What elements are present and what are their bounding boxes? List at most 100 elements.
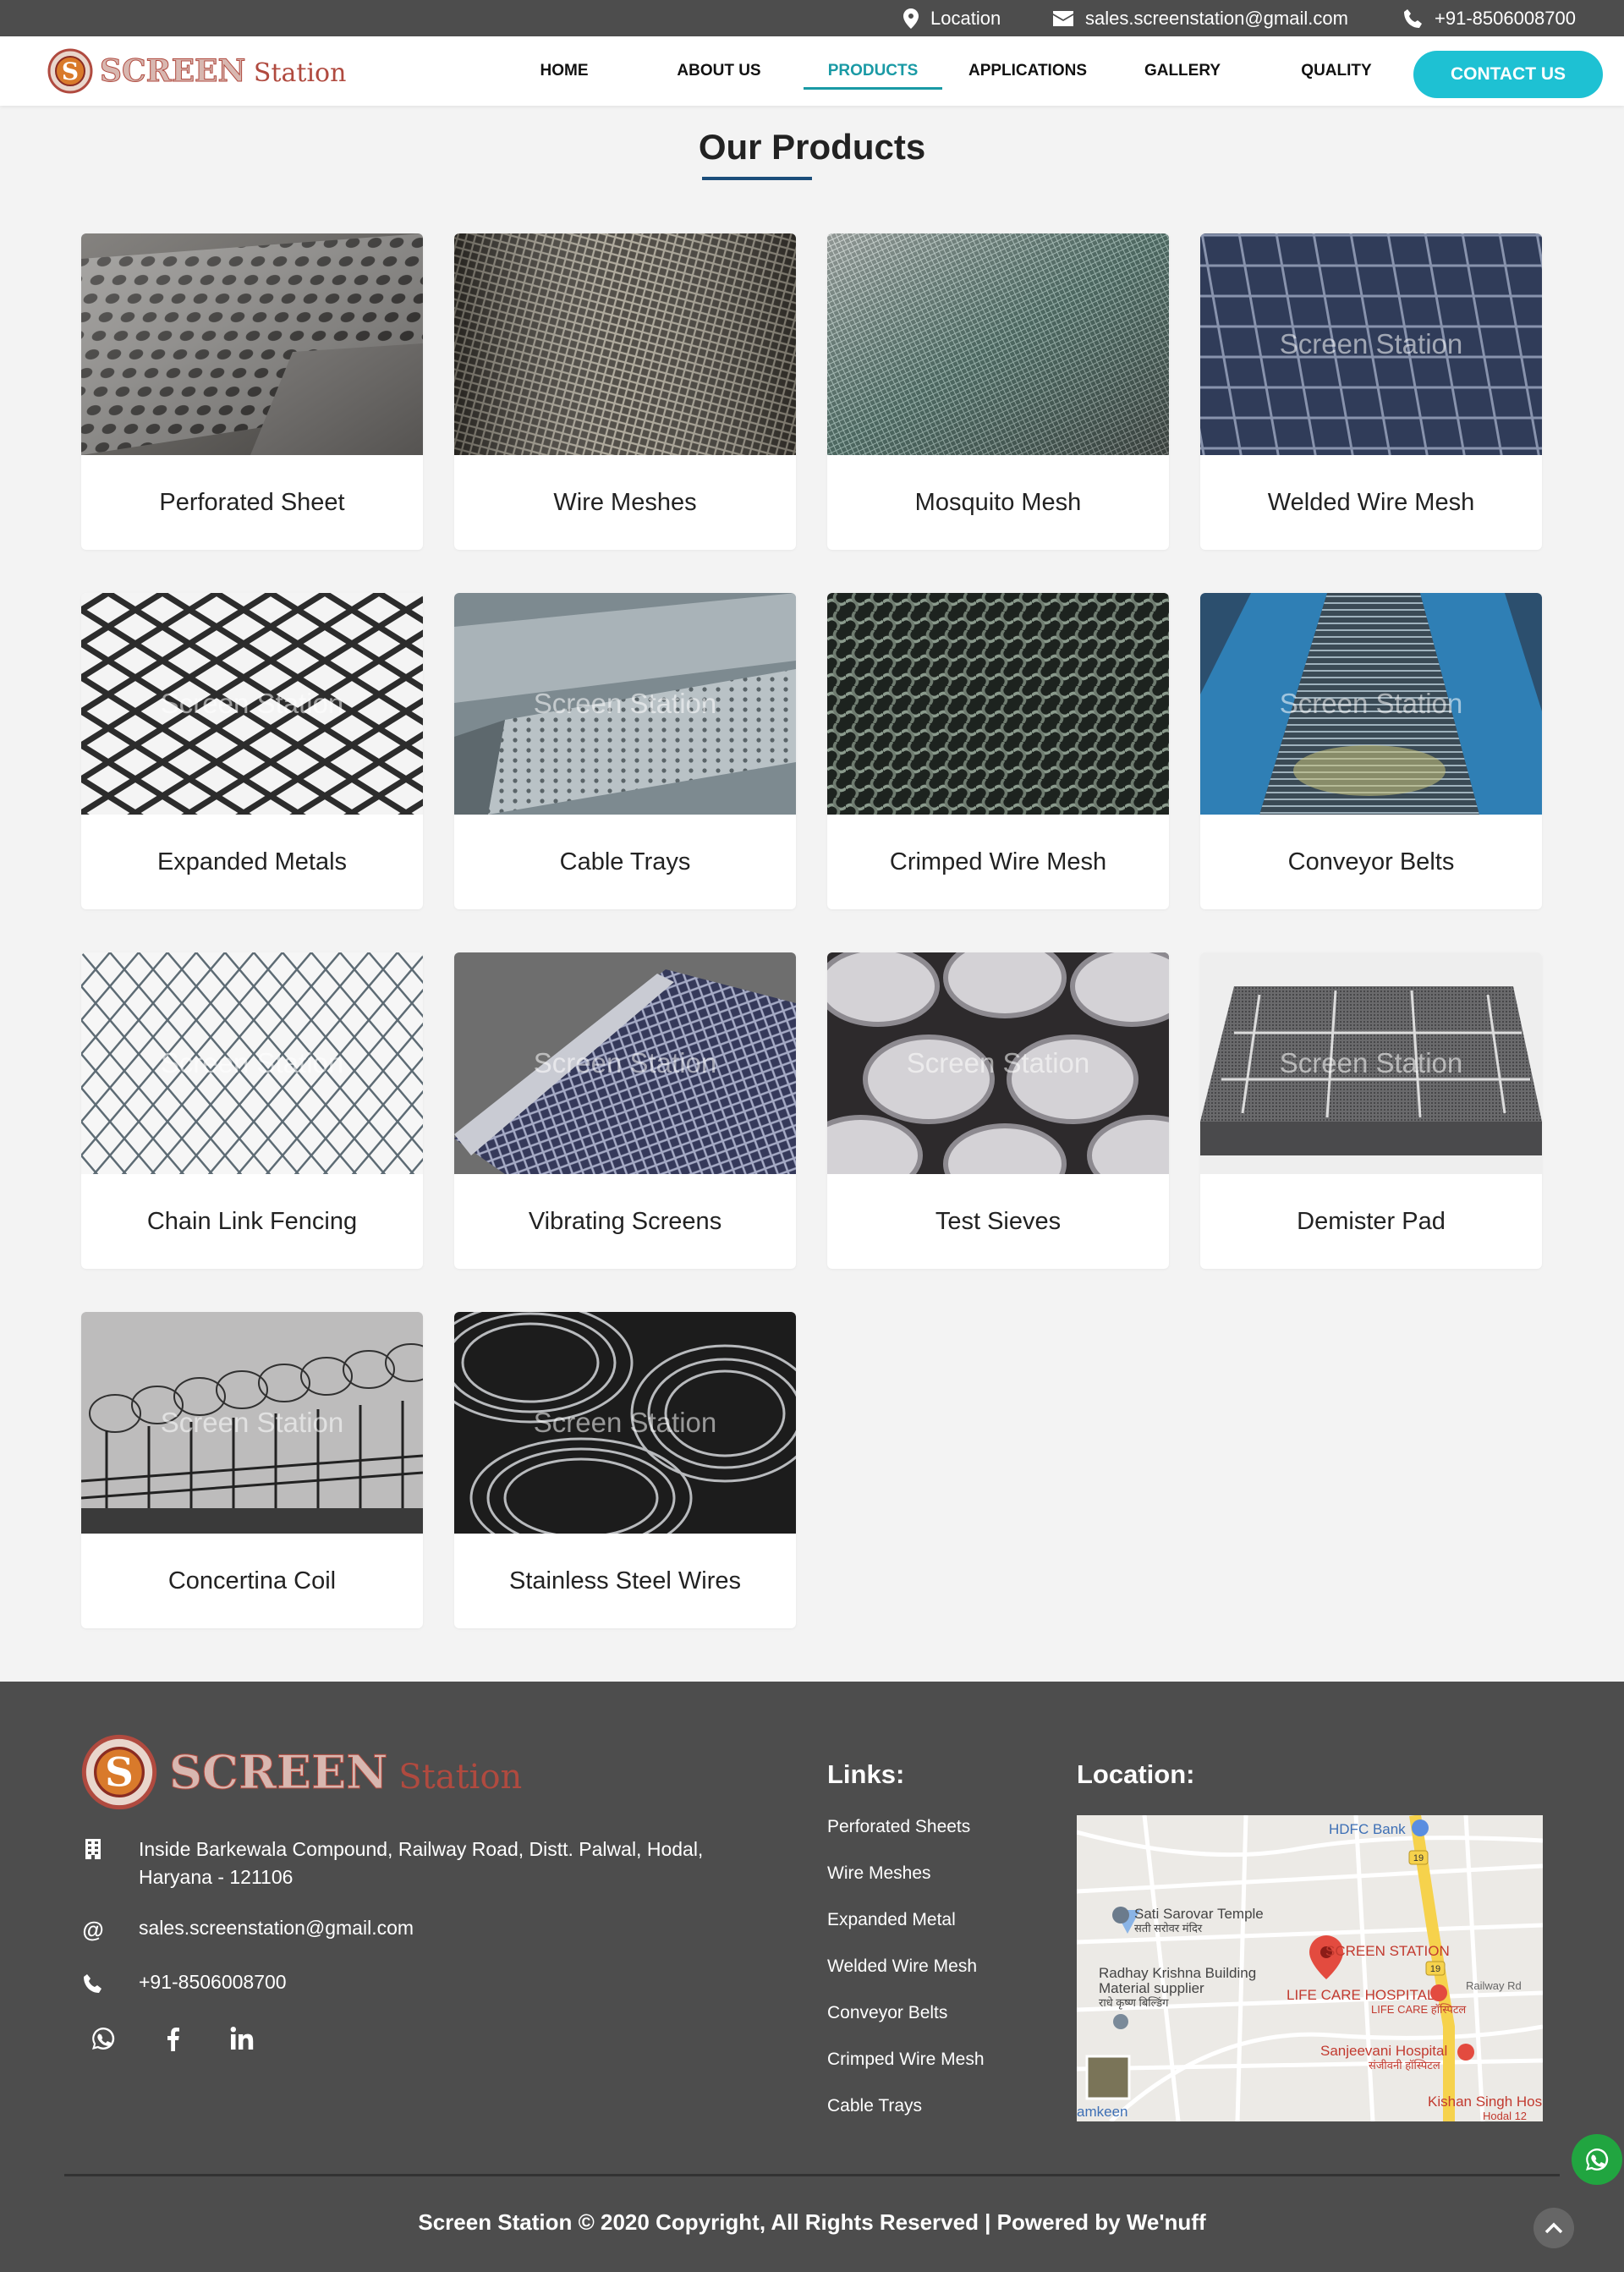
at-sign-icon: @	[82, 1917, 104, 1942]
svg-text:19: 19	[1430, 1964, 1440, 1974]
product-image	[827, 233, 1169, 455]
nav-products[interactable]: PRODUCTS	[804, 36, 942, 106]
product-card-perforated-sheet[interactable]: Perforated Sheet	[81, 233, 423, 550]
product-watermark: Screen Station	[160, 688, 344, 719]
product-name: Wire Meshes	[553, 488, 697, 516]
footer-logo[interactable]: S SCREEN Station	[81, 1734, 522, 1810]
svg-text:Railway Rd: Railway Rd	[1466, 1979, 1522, 1992]
email-link[interactable]: sales.screenstation@gmail.com	[1053, 0, 1348, 36]
product-name: Vibrating Screens	[528, 1207, 722, 1235]
site-logo[interactable]: S SCREEN Station	[47, 48, 346, 94]
whatsapp-icon	[1586, 2148, 1609, 2170]
nav-home[interactable]: HOME	[518, 36, 611, 106]
footer-link-cable-trays[interactable]: Cable Trays	[827, 2096, 985, 2143]
location-link[interactable]: Location	[903, 0, 1001, 36]
footer-link-welded-wire-mesh[interactable]: Welded Wire Mesh	[827, 1956, 985, 2003]
product-card-cable-trays[interactable]: Screen Station Cable Trays	[454, 593, 796, 909]
logo-emblem-icon: S	[81, 1734, 157, 1810]
svg-text:Material supplier: Material supplier	[1099, 1980, 1204, 1996]
nav-applications[interactable]: APPLICATIONS	[964, 36, 1091, 106]
product-card-wire-meshes[interactable]: Wire Meshes	[454, 233, 796, 550]
product-watermark: Screen Station	[533, 1047, 717, 1078]
location-label: Location	[930, 7, 1001, 29]
nav-active-underline	[804, 87, 942, 90]
svg-text:Sanjeevani Hospital: Sanjeevani Hospital	[1320, 2043, 1447, 2059]
whatsapp-icon[interactable]	[88, 2023, 118, 2054]
product-card-vibrating-screens[interactable]: Screen Station Vibrating Screens	[454, 952, 796, 1269]
product-name: Perforated Sheet	[159, 488, 345, 516]
product-name: Mosquito Mesh	[914, 488, 1082, 516]
svg-text:LIFE CARE हॉस्पिटल: LIFE CARE हॉस्पिटल	[1371, 2003, 1466, 2016]
footer-link-conveyor-belts[interactable]: Conveyor Belts	[827, 2003, 985, 2050]
footer-phone-text: +91-8506008700	[139, 1971, 287, 1993]
product-name: Concertina Coil	[167, 1567, 337, 1594]
footer-phone[interactable]: +91-8506008700	[81, 1971, 287, 1994]
product-card-demister-pad[interactable]: Screen Station Demister Pad	[1200, 952, 1542, 1269]
product-image	[827, 593, 1169, 815]
product-watermark: Screen Station	[906, 1047, 1090, 1078]
phone-link[interactable]: +91-8506008700	[1404, 0, 1576, 36]
product-name: Welded Wire Mesh	[1267, 488, 1475, 516]
phone-icon	[1404, 8, 1422, 28]
product-name: Test Sieves	[935, 1207, 1062, 1235]
footer-link-perforated-sheets[interactable]: Perforated Sheets	[827, 1817, 985, 1863]
location-map[interactable]: 19 19 HDFC Bank Sati Sarovar Temple सती …	[1077, 1815, 1543, 2121]
svg-text:S: S	[62, 58, 79, 85]
footer-link-wire-meshes[interactable]: Wire Meshes	[827, 1863, 985, 1910]
product-name: Stainless Steel Wires	[509, 1567, 741, 1594]
contact-us-button[interactable]: CONTACT US	[1413, 51, 1603, 98]
footer-logo-wordmark: SCREEN Station	[169, 1745, 523, 1800]
phone-label: +91-8506008700	[1435, 7, 1576, 29]
product-card-conveyor-belts[interactable]: Screen Station Conveyor Belts	[1200, 593, 1542, 909]
product-name: Crimped Wire Mesh	[889, 848, 1107, 875]
product-watermark: Screen Station	[1279, 1047, 1463, 1078]
whatsapp-float-button[interactable]	[1572, 2134, 1622, 2185]
footer-address: Inside Barkewala Compound, Railway Road,…	[81, 1836, 782, 1891]
product-card-concertina-coil[interactable]: Screen Station Concertina Coil	[81, 1312, 423, 1628]
footer-location-heading: Location:	[1077, 1759, 1195, 1789]
product-watermark: Screen Station	[160, 1407, 344, 1438]
nav-gallery[interactable]: GALLERY	[1133, 36, 1232, 106]
product-card-crimped-wire-mesh[interactable]: Crimped Wire Mesh	[827, 593, 1169, 909]
main-header: S SCREEN Station HOME ABOUT US PRODUCTS …	[0, 36, 1624, 106]
svg-text:SCREEN STATION: SCREEN STATION	[1325, 1943, 1450, 1959]
svg-text:HDFC Bank: HDFC Bank	[1329, 1821, 1406, 1837]
title-underline	[702, 177, 812, 180]
facebook-icon[interactable]	[157, 2023, 188, 2054]
chevron-up-icon	[1544, 2222, 1563, 2234]
product-card-test-sieves[interactable]: Screen Station Test Sieves	[827, 952, 1169, 1269]
social-links	[88, 2023, 257, 2054]
svg-text:सती सरोवर मंदिर: सती सरोवर मंदिर	[1134, 1922, 1203, 1934]
footer-link-expanded-metal[interactable]: Expanded Metal	[827, 1910, 985, 1956]
svg-text:संजीवनी हॉस्पिटल: संजीवनी हॉस्पिटल	[1369, 2059, 1440, 2072]
product-card-chain-link-fencing[interactable]: Screen Station Chain Link Fencing	[81, 952, 423, 1269]
footer-link-crimped-wire-mesh[interactable]: Crimped Wire Mesh	[827, 2050, 985, 2096]
email-label: sales.screenstation@gmail.com	[1085, 7, 1348, 29]
product-card-expanded-metals[interactable]: Screen Station Expanded Metals	[81, 593, 423, 909]
linkedin-icon[interactable]	[227, 2023, 257, 2054]
site-footer: S SCREEN Station Inside Barkewala Compou…	[0, 1682, 1624, 2272]
section-title: Our Products	[698, 127, 926, 167]
product-card-stainless-steel-wires[interactable]: Screen Station Stainless Steel Wires	[454, 1312, 796, 1628]
svg-text:Kishan Singh Hos: Kishan Singh Hos	[1428, 2094, 1542, 2110]
product-card-welded-wire-mesh[interactable]: Screen Station Welded Wire Mesh	[1200, 233, 1542, 550]
product-watermark: Screen Station	[1279, 328, 1463, 359]
svg-text:LIFE CARE HOSPITAL: LIFE CARE HOSPITAL	[1287, 1987, 1435, 2003]
svg-text:amkeen: amkeen	[1077, 2104, 1127, 2120]
scroll-to-top-button[interactable]	[1533, 2208, 1574, 2248]
top-info-bar: Location sales.screenstation@gmail.com +…	[0, 0, 1624, 36]
map-pin-icon	[903, 8, 919, 29]
nav-quality[interactable]: QUALITY	[1289, 36, 1384, 106]
svg-text:19: 19	[1413, 1853, 1424, 1863]
footer-email[interactable]: @ sales.screenstation@gmail.com	[81, 1917, 414, 1943]
nav-about-us[interactable]: ABOUT US	[662, 36, 776, 106]
svg-text:Sati Sarovar Temple: Sati Sarovar Temple	[1134, 1906, 1264, 1922]
footer-email-text: sales.screenstation@gmail.com	[139, 1917, 414, 1939]
building-icon	[85, 1839, 101, 1859]
product-name: Chain Link Fencing	[146, 1207, 358, 1235]
svg-text:Radhay Krishna Building: Radhay Krishna Building	[1099, 1965, 1256, 1981]
product-name: Demister Pad	[1297, 1207, 1446, 1235]
product-card-mosquito-mesh[interactable]: Mosquito Mesh	[827, 233, 1169, 550]
footer-links-list: Perforated Sheets Wire Meshes Expanded M…	[827, 1817, 985, 2143]
product-name: Conveyor Belts	[1287, 848, 1455, 875]
